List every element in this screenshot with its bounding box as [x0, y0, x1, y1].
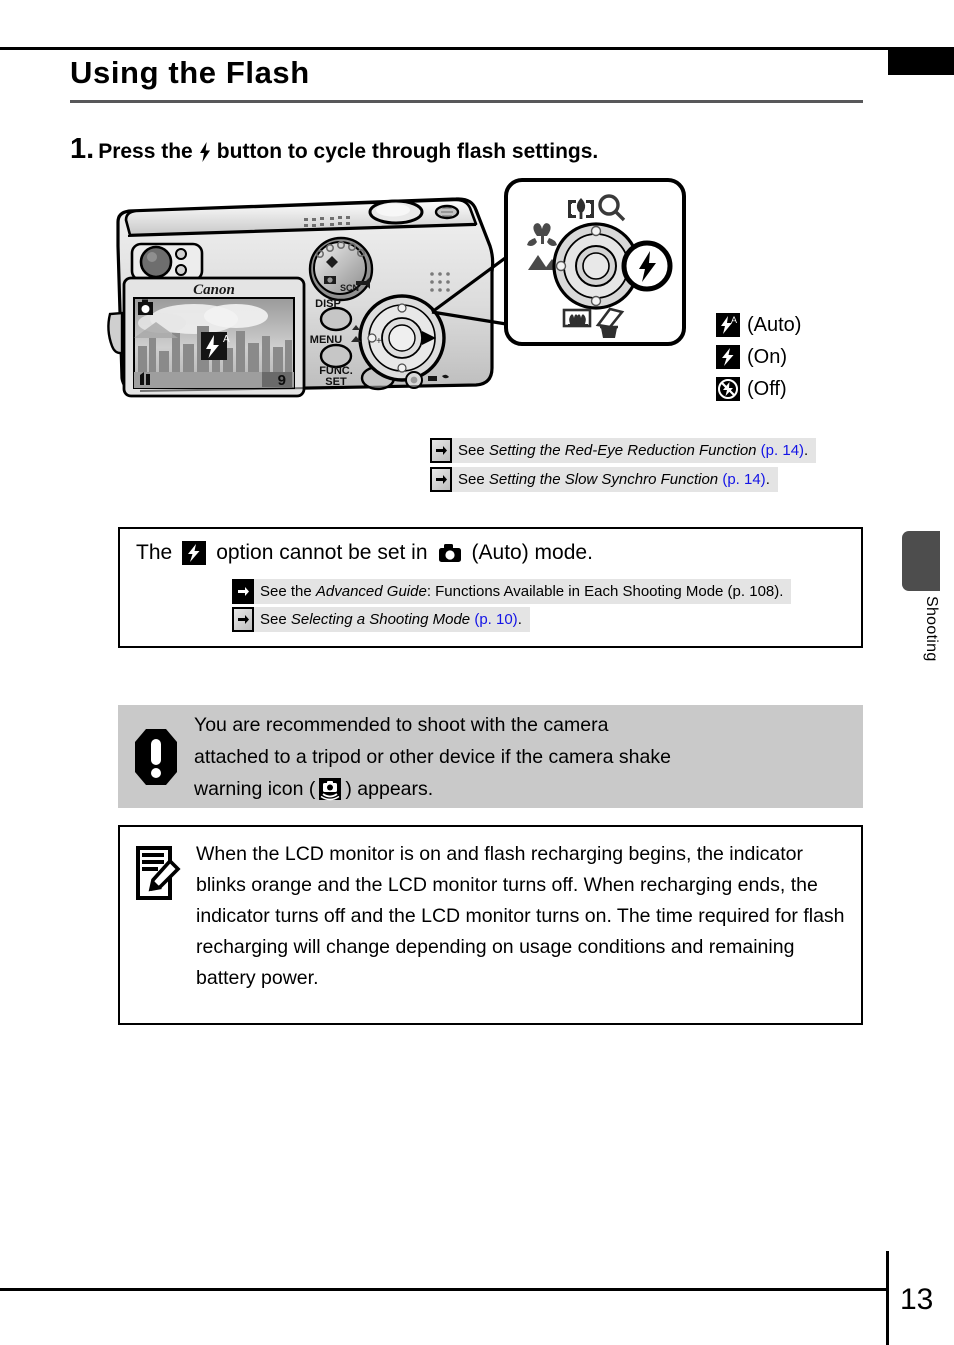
note-box: When the LCD monitor is on and flash rec… [118, 825, 863, 1025]
title-underline [70, 100, 863, 103]
header-rule [0, 47, 888, 50]
bleed-mark [888, 47, 954, 75]
camera-shake-icon [318, 777, 342, 801]
arrow-right-icon [430, 438, 452, 463]
section-tab-label: Shooting [923, 596, 940, 662]
info-box: The option cannot be set in (Auto) mode.… [118, 527, 863, 648]
caution-line-3: warning icon ( ) appears. [194, 773, 671, 805]
arrow-right-icon [232, 607, 254, 632]
func-set-button-label-line2: SET [325, 376, 347, 388]
flash-on-icon [182, 541, 207, 565]
section-tab [902, 531, 940, 591]
legend-row-auto: A (Auto) [716, 311, 801, 339]
flash-button-highlight [621, 240, 673, 292]
reference-red-eye[interactable]: See Setting the Red-Eye Reduction Functi… [430, 438, 817, 463]
page-number: 13 [900, 1283, 934, 1316]
caution-text: You are recommended to shoot with the ca… [194, 709, 691, 805]
step-text-before: Press the [98, 140, 193, 163]
flash-auto-icon: A [716, 313, 740, 337]
note-text: When the LCD monitor is on and flash rec… [196, 843, 845, 989]
info-box-statement: The option cannot be set in (Auto) mode. [120, 541, 861, 565]
lcd-shots-remaining: 9 [278, 372, 286, 389]
info-text-1: The [136, 541, 173, 564]
svg-text:A: A [731, 315, 737, 325]
svg-text:A: A [223, 334, 230, 345]
camera-brand-label: Canon [193, 282, 235, 298]
arrow-right-icon [232, 579, 254, 604]
flash-mode-legend: A (Auto) (On) (Off) [716, 311, 801, 403]
page-title: Using the Flash [70, 55, 310, 90]
caution-line-3-after: ) appears. [345, 777, 434, 800]
caution-line-1: You are recommended to shoot with the ca… [194, 713, 609, 736]
reference-slow-synchro[interactable]: See Setting the Slow Synchro Function (p… [430, 467, 778, 492]
info-box-reference-list: See the Advanced Guide: Functions Availa… [232, 579, 861, 632]
info-text-3: (Auto) mode. [471, 541, 593, 564]
legend-label-on: (On) [747, 345, 787, 368]
lcd-flash-auto-icon: A [201, 332, 230, 360]
flash-on-icon [716, 345, 740, 369]
reference-text: See Selecting a Shooting Mode (p. 10). [260, 611, 522, 628]
reference-text: See Setting the Red-Eye Reduction Functi… [458, 442, 809, 459]
legend-row-off: (Off) [716, 375, 801, 403]
mode-dial: SCN [308, 236, 374, 302]
legend-label-auto: (Auto) [747, 313, 802, 336]
controller-zoom-callout [504, 178, 686, 346]
footer-vertical-rule [886, 1251, 889, 1345]
reference-selecting-shooting-mode[interactable]: See Selecting a Shooting Mode (p. 10). [232, 607, 530, 632]
reference-text: See the Advanced Guide: Functions Availa… [260, 583, 784, 600]
step-text-after: button to cycle through flash settings. [216, 140, 599, 163]
reference-list-top: See Setting the Red-Eye Reduction Functi… [430, 438, 817, 492]
camera-auto-icon [438, 543, 462, 563]
flash-off-icon [716, 377, 740, 401]
exclamation-octagon-icon [118, 727, 194, 787]
step-number: 1. [70, 133, 95, 165]
step-heading: 1. Press the button to cycle through fla… [70, 133, 598, 166]
reference-text: See Setting the Slow Synchro Function (p… [458, 471, 770, 488]
legend-row-on: (On) [716, 343, 801, 371]
reference-advanced-guide[interactable]: See the Advanced Guide: Functions Availa… [232, 579, 792, 604]
footer-rule [0, 1288, 888, 1291]
arrow-right-icon [430, 467, 452, 492]
svg-text:+: + [376, 336, 382, 347]
legend-label-off: (Off) [747, 377, 787, 400]
caution-box: You are recommended to shoot with the ca… [118, 705, 863, 808]
flash-bolt-icon [199, 142, 211, 162]
info-text-2: option cannot be set in [216, 541, 428, 564]
caution-line-3-before: warning icon ( [194, 777, 316, 800]
caution-line-2: attached to a tripod or other device if … [194, 745, 671, 768]
note-pencil-icon [120, 839, 196, 905]
step-text: Press the button to cycle through flash … [98, 140, 598, 164]
